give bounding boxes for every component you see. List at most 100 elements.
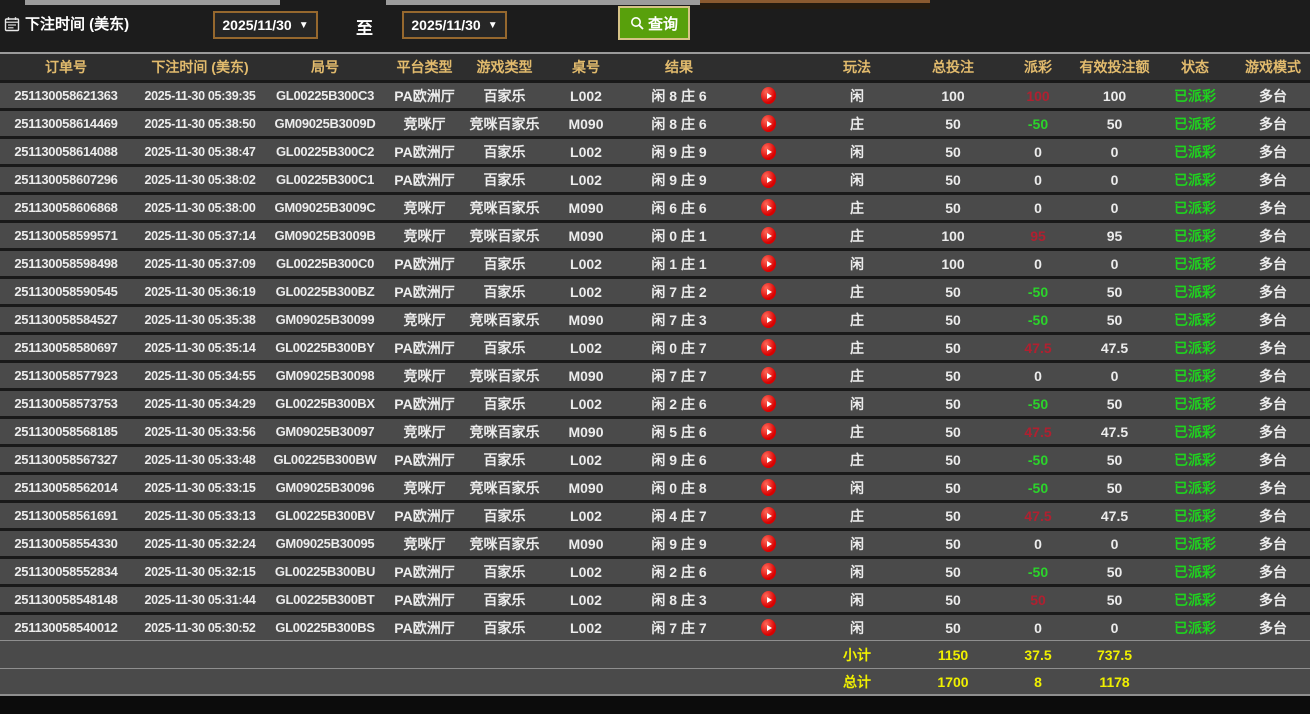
play-video-button[interactable] <box>761 311 776 329</box>
play-video-button[interactable] <box>761 283 776 301</box>
total-bet-cell: 50 <box>945 451 961 468</box>
chevron-down-icon: ▼ <box>298 19 309 31</box>
valid-bet-cell: 47.5 <box>1100 507 1129 524</box>
game-mode-cell: 多台 <box>1259 339 1287 356</box>
platform-cell: PA欧洲厅 <box>394 395 455 412</box>
valid-bet-cell: 95 <box>1106 227 1123 244</box>
status-cell: 已派彩 <box>1174 339 1216 356</box>
table-no-cell: L002 <box>570 171 602 188</box>
table-no-cell: L002 <box>570 619 602 636</box>
result-cell: 闲 0 庄 8 <box>651 479 707 496</box>
subtotal-total-bet: 1150 <box>937 646 969 663</box>
table-row: 251130058590545 2025-11-30 05:36:19 GL00… <box>0 276 1310 304</box>
bet-side-cell: 庄 <box>850 339 864 356</box>
bottom-strip <box>0 696 1310 710</box>
play-icon <box>766 428 772 435</box>
play-video-button[interactable] <box>761 563 776 581</box>
play-video-button[interactable] <box>761 535 776 553</box>
play-video-button[interactable] <box>761 339 776 357</box>
round-no-cell: GM09025B3009B <box>274 228 376 243</box>
bet-side-cell: 闲 <box>850 619 864 636</box>
col-header-platform: 平台类型 <box>396 59 453 75</box>
status-cell: 已派彩 <box>1174 591 1216 608</box>
game-type-cell: 百家乐 <box>483 339 526 356</box>
total-bet-cell: 50 <box>945 619 961 636</box>
play-video-button[interactable] <box>761 423 776 441</box>
total-label: 总计 <box>843 673 871 690</box>
platform-cell: PA欧洲厅 <box>394 563 455 580</box>
order-no-cell: 251130058554330 <box>14 536 118 551</box>
round-no-cell: GL00225B300C2 <box>276 144 374 159</box>
bet-time-cell: 2025-11-30 05:35:38 <box>144 312 256 327</box>
game-type-cell: 百家乐 <box>483 255 526 272</box>
order-no-cell: 251130058552834 <box>14 564 118 579</box>
bet-side-cell: 庄 <box>850 367 864 384</box>
platform-cell: PA欧洲厅 <box>394 143 455 160</box>
order-no-cell: 251130058577923 <box>14 368 118 383</box>
bet-side-cell: 闲 <box>850 87 864 104</box>
payout-cell: -50 <box>1027 283 1049 300</box>
play-video-button[interactable] <box>761 171 776 189</box>
play-video-button[interactable] <box>761 479 776 497</box>
order-no-cell: 251130058614469 <box>14 116 118 131</box>
subtotal-label: 小计 <box>843 646 871 663</box>
result-cell: 闲 8 庄 6 <box>651 115 707 132</box>
order-no-cell: 251130058548148 <box>14 592 118 607</box>
result-cell: 闲 2 庄 6 <box>651 563 707 580</box>
table-no-cell: L002 <box>570 591 602 608</box>
bet-side-cell: 庄 <box>850 283 864 300</box>
play-video-button[interactable] <box>761 367 776 385</box>
play-video-button[interactable] <box>761 395 776 413</box>
col-header-game-type: 游戏类型 <box>476 59 533 75</box>
round-no-cell: GL00225B300BY <box>275 340 375 355</box>
table-row: 251130058562014 2025-11-30 05:33:15 GM09… <box>0 472 1310 500</box>
play-video-button[interactable] <box>761 199 776 217</box>
payout-cell: 50 <box>1030 591 1046 608</box>
table-row: 251130058554330 2025-11-30 05:32:24 GM09… <box>0 528 1310 556</box>
round-no-cell: GM09025B30099 <box>275 312 375 327</box>
filter-bar: 下注时间 (美东) 2025/11/30 ▼ 至 2025/11/30 ▼ 查询 <box>0 0 1310 52</box>
status-cell: 已派彩 <box>1174 535 1216 552</box>
bet-time-cell: 2025-11-30 05:33:15 <box>144 480 256 495</box>
order-no-cell: 251130058540012 <box>14 620 118 635</box>
play-video-button[interactable] <box>761 143 776 161</box>
status-cell: 已派彩 <box>1174 171 1216 188</box>
valid-bet-cell: 0 <box>1110 255 1119 272</box>
play-video-button[interactable] <box>761 255 776 273</box>
table-row: 251130058580697 2025-11-30 05:35:14 GL00… <box>0 332 1310 360</box>
round-no-cell: GL00225B300BX <box>275 396 375 411</box>
bet-time-cell: 2025-11-30 05:33:48 <box>144 452 256 467</box>
play-video-button[interactable] <box>761 507 776 525</box>
bet-time-cell: 2025-11-30 05:38:47 <box>144 144 256 159</box>
search-button[interactable]: 查询 <box>618 6 690 40</box>
play-video-button[interactable] <box>761 227 776 245</box>
total-bet-cell: 50 <box>945 423 961 440</box>
game-mode-cell: 多台 <box>1259 563 1287 580</box>
bet-side-cell: 闲 <box>850 591 864 608</box>
game-mode-cell: 多台 <box>1259 143 1287 160</box>
play-video-button[interactable] <box>761 87 776 105</box>
replay-cell <box>728 619 809 637</box>
status-cell: 已派彩 <box>1174 199 1216 216</box>
col-header-result: 结果 <box>665 59 693 75</box>
date-from-select[interactable]: 2025/11/30 ▼ <box>213 11 318 39</box>
platform-cell: 竞咪厅 <box>403 535 446 552</box>
valid-bet-cell: 50 <box>1106 395 1123 412</box>
play-video-button[interactable] <box>761 115 776 133</box>
result-cell: 闲 7 庄 7 <box>651 619 707 636</box>
total-bet-cell: 50 <box>945 535 961 552</box>
play-video-button[interactable] <box>761 591 776 609</box>
col-header-payout: 派彩 <box>1024 59 1052 75</box>
col-header-table-no: 桌号 <box>572 59 600 75</box>
game-type-cell: 百家乐 <box>483 451 526 468</box>
order-no-cell: 251130058599571 <box>14 228 118 243</box>
play-video-button[interactable] <box>761 619 776 637</box>
col-header-status: 状态 <box>1181 59 1209 75</box>
play-video-button[interactable] <box>761 451 776 469</box>
order-no-cell: 251130058567327 <box>14 452 118 467</box>
bet-time-cell: 2025-11-30 05:38:02 <box>144 172 256 187</box>
play-icon <box>766 176 772 183</box>
date-to-select[interactable]: 2025/11/30 ▼ <box>402 11 507 39</box>
payout-cell: 0 <box>1034 535 1042 552</box>
col-header-bet-time: 下注时间 (美东) <box>151 59 249 75</box>
